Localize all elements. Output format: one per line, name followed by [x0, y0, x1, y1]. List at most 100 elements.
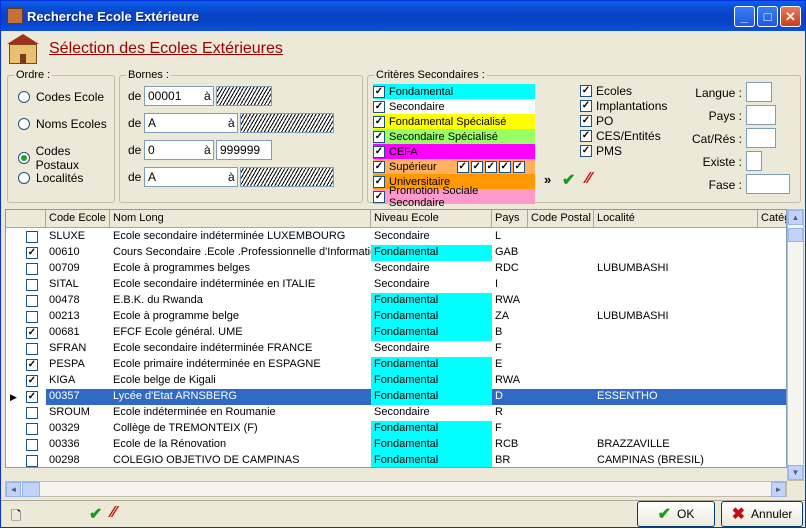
row-checkbox[interactable]: [26, 279, 38, 291]
criteria-checkbox[interactable]: ✓: [373, 145, 385, 158]
table-row[interactable]: 00709 Ecole à programmes belges Secondaire…: [6, 261, 786, 277]
hscroll-thumb[interactable]: [22, 482, 40, 497]
option-item[interactable]: ✓ CES/Entités: [580, 129, 661, 143]
superieur-sub-checkbox[interactable]: ✓: [484, 160, 497, 173]
table-row[interactable]: 00478 E.B.K. du Rwanda Fondamental RWA: [6, 293, 786, 309]
column-header[interactable]: Niveau Ecole: [371, 210, 492, 228]
scroll-left-button[interactable]: ◄: [6, 482, 21, 497]
table-row[interactable]: SITAL Ecole secondaire indéterminée en IT…: [6, 277, 786, 293]
table-row[interactable]: 00213 Ecole à programme belge Fondamental Z…: [6, 309, 786, 325]
ordre-option[interactable]: Localités: [18, 171, 83, 185]
row-checkbox[interactable]: [26, 407, 38, 419]
row-checkbox[interactable]: ✓: [26, 247, 38, 259]
superieur-sub-checkbox[interactable]: ✓: [498, 160, 511, 173]
table-row[interactable]: ✓ 00681 EFCF Ecole général. UME Fondamental…: [6, 325, 786, 341]
criteria-checkbox[interactable]: ✓: [373, 100, 385, 113]
ordre-option[interactable]: Codes Ecole: [18, 90, 104, 104]
bornes-to-input-1[interactable]: [240, 113, 334, 133]
column-header[interactable]: Code Ecole: [46, 210, 110, 228]
option-item[interactable]: ✓ PO: [580, 114, 613, 128]
bornes-to-input-3[interactable]: [240, 167, 334, 187]
table-row[interactable]: ✓ 00610 Cours Secondaire .Ecole .Professio…: [6, 245, 786, 261]
criteria-checkbox[interactable]: ✓: [373, 190, 385, 203]
option-item[interactable]: ✓ Implantations: [580, 99, 667, 113]
row-checkbox[interactable]: [26, 311, 38, 323]
title-bar[interactable]: Recherche Ecole Extérieure _ □ ✕: [1, 1, 805, 31]
radio-circle[interactable]: [18, 152, 30, 164]
table-row[interactable]: 00329 Collège de TREMONTEIX (F) Fondamenta…: [6, 421, 786, 437]
scroll-right-button[interactable]: ►: [771, 482, 786, 497]
scroll-thumb[interactable]: [788, 228, 803, 242]
option-item[interactable]: ✓ Ecoles: [580, 84, 632, 98]
criteria-item[interactable]: ✓ Promotion Sociale Secondaire: [373, 185, 535, 209]
criteria-checkbox[interactable]: ✓: [373, 130, 385, 143]
criteria-item[interactable]: ✓ Secondaire Spécialisé: [373, 129, 535, 144]
row-checkbox[interactable]: [26, 263, 38, 275]
column-header[interactable]: Catég: [758, 210, 786, 228]
table-row[interactable]: SROUM Ecole indéterminée en Roumanie Secon…: [6, 405, 786, 421]
minimize-button[interactable]: _: [734, 6, 755, 27]
uncheck-all-icon[interactable]: ∕∕: [586, 170, 591, 188]
row-checkbox[interactable]: ✓: [26, 327, 38, 339]
column-header[interactable]: Code Postal: [528, 210, 594, 228]
criteria-item[interactable]: ✓ Fondamental: [373, 84, 535, 99]
bornes-from-input-1[interactable]: A: [144, 113, 238, 133]
table-row[interactable]: 00298 COLEGIO OBJETIVO DE CAMPINAS Fondame…: [6, 453, 786, 467]
column-header[interactable]: Nom Long: [110, 210, 371, 228]
check-all-icon[interactable]: ✔: [562, 170, 575, 190]
criteria-item[interactable]: ✓ CEFA: [373, 144, 535, 159]
right-field-input[interactable]: [746, 128, 776, 148]
criteria-checkbox[interactable]: ✓: [373, 160, 385, 173]
row-checkbox[interactable]: ✓: [26, 375, 38, 387]
superieur-sub-checkbox[interactable]: ✓: [456, 160, 469, 173]
option-item[interactable]: ✓ PMS: [580, 144, 622, 158]
radio-circle[interactable]: [18, 118, 30, 130]
bornes-to-input-0[interactable]: [216, 86, 272, 106]
footer-uncheck-icon[interactable]: ∕∕: [111, 504, 116, 522]
radio-circle[interactable]: [18, 91, 30, 103]
annuler-button[interactable]: ✖ Annuler: [721, 501, 803, 527]
option-checkbox[interactable]: ✓: [580, 85, 592, 97]
radio-circle[interactable]: [18, 172, 30, 184]
scroll-up-button[interactable]: ▲: [788, 210, 803, 225]
row-checkbox[interactable]: [26, 423, 38, 435]
table-row[interactable]: SFRAN Ecole secondaire indéterminée FRANC…: [6, 341, 786, 357]
row-checkbox[interactable]: [26, 455, 38, 467]
criteria-item[interactable]: ✓ Supérieur ✓ ✓ ✓ ✓ ✓: [373, 159, 535, 174]
option-checkbox[interactable]: ✓: [580, 100, 592, 112]
table-row[interactable]: 00336 Ecole de la Rénovation Fondamental RC…: [6, 437, 786, 453]
scroll-down-button[interactable]: ▼: [788, 465, 803, 480]
table-row[interactable]: ✓ PESPA Ecole primaire indéterminée en ESP…: [6, 357, 786, 373]
row-checkbox[interactable]: [26, 343, 38, 355]
right-field-input[interactable]: [746, 151, 762, 171]
criteria-checkbox[interactable]: ✓: [373, 115, 385, 128]
criteria-item[interactable]: ✓ Secondaire: [373, 99, 535, 114]
right-field-input[interactable]: [746, 105, 776, 125]
bornes-to-input-2[interactable]: 999999: [216, 140, 272, 160]
table-row[interactable]: ✓ KIGA Ecole belge de Kigali Fondamental RWA: [6, 373, 786, 389]
ordre-option[interactable]: Codes Postaux: [18, 144, 114, 172]
row-checkbox[interactable]: [26, 295, 38, 307]
row-checkbox[interactable]: [26, 231, 38, 243]
vertical-scrollbar[interactable]: ▲ ▼: [787, 209, 804, 481]
option-checkbox[interactable]: ✓: [580, 145, 592, 157]
criteria-checkbox[interactable]: ✓: [373, 85, 385, 98]
column-header[interactable]: [6, 210, 46, 228]
ok-button[interactable]: ✔ OK: [637, 501, 715, 527]
row-checkbox[interactable]: [26, 439, 38, 451]
horizontal-scrollbar[interactable]: ◄ ►: [5, 481, 787, 497]
maximize-button[interactable]: □: [757, 6, 778, 27]
footer-check-icon[interactable]: ✔: [89, 504, 102, 524]
criteria-checkbox[interactable]: ✓: [373, 175, 385, 188]
column-header[interactable]: Localité: [594, 210, 758, 228]
close-button[interactable]: ✕: [780, 6, 801, 27]
criteria-item[interactable]: ✓ Fondamental Spécialisé: [373, 114, 535, 129]
ordre-option[interactable]: Noms Ecoles: [18, 117, 107, 131]
table-row[interactable]: ▶ ✓ 00357 Lycée d'Etat ARNSBERG Fondamental D…: [6, 389, 786, 405]
schools-table[interactable]: Code Ecole Nom Long Niveau Ecole Pays Code P…: [5, 209, 787, 468]
superieur-sub-checkbox[interactable]: ✓: [470, 160, 483, 173]
column-header[interactable]: Pays: [492, 210, 528, 228]
row-checkbox[interactable]: ✓: [26, 359, 38, 371]
superieur-sub-checkbox[interactable]: ✓: [512, 160, 525, 173]
option-checkbox[interactable]: ✓: [580, 130, 592, 142]
